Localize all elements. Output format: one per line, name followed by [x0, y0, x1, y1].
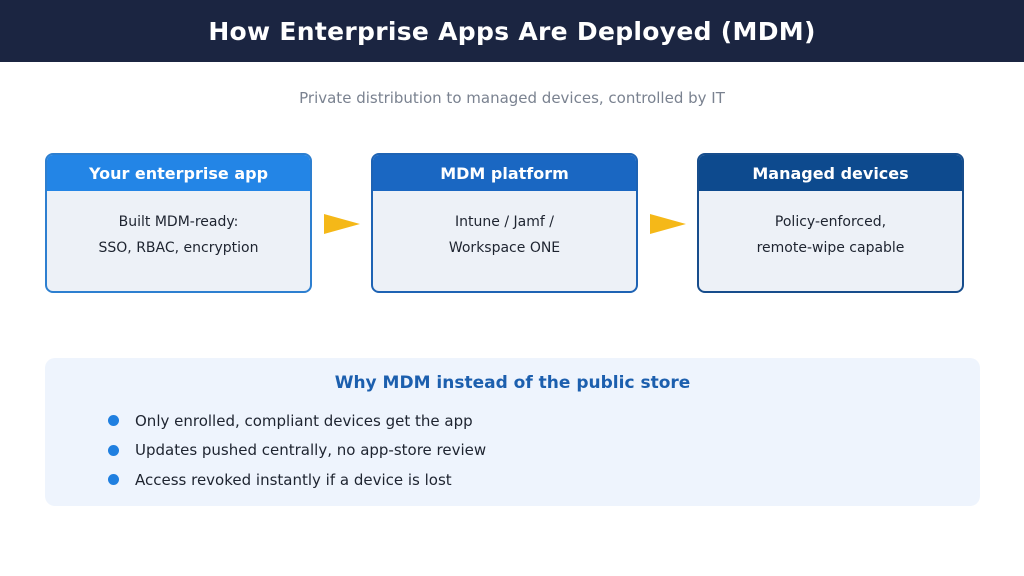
- bullet-dot-icon: [108, 444, 119, 456]
- page-title: How Enterprise Apps Are Deployed (MDM): [208, 16, 816, 46]
- page-subtitle: Private distribution to managed devices,…: [299, 89, 725, 107]
- flow-box-line: remote-wipe capable: [756, 240, 905, 256]
- list-item: Only enrolled, compliant devices get the…: [108, 406, 486, 436]
- flow-box-title: MDM platform: [373, 155, 636, 191]
- header-bar: How Enterprise Apps Are Deployed (MDM): [0, 0, 1024, 62]
- bullet-dot-icon: [108, 474, 119, 486]
- why-mdm-title: Why MDM instead of the public store: [334, 373, 691, 393]
- flow-box-title: Managed devices: [699, 155, 962, 191]
- flow-box-enterprise-app: Your enterprise app Built MDM-ready: SSO…: [45, 153, 312, 293]
- arrow-right-icon: [650, 214, 686, 234]
- flow-box-body: Intune / Jamf / Workspace ONE: [373, 191, 636, 261]
- list-item: Access revoked instantly if a device is …: [108, 465, 486, 495]
- flow-box-title: Your enterprise app: [47, 155, 310, 191]
- list-item-text: Access revoked instantly if a device is …: [135, 470, 452, 489]
- list-item: Updates pushed centrally, no app-store r…: [108, 436, 486, 466]
- flow-box-line: Policy-enforced,: [774, 214, 887, 230]
- flow-box-line: Built MDM-ready:: [118, 214, 239, 230]
- flow-box-body: Policy-enforced, remote-wipe capable: [699, 191, 962, 261]
- why-mdm-list: Only enrolled, compliant devices get the…: [108, 406, 486, 495]
- arrow-right-icon: [324, 214, 360, 234]
- flow-box-mdm-platform: MDM platform Intune / Jamf / Workspace O…: [371, 153, 638, 293]
- list-item-text: Only enrolled, compliant devices get the…: [135, 411, 473, 430]
- flow-box-line: Intune / Jamf /: [455, 214, 554, 230]
- bullet-dot-icon: [108, 415, 119, 427]
- list-item-text: Updates pushed centrally, no app-store r…: [135, 441, 487, 460]
- why-mdm-panel: Why MDM instead of the public store Only…: [45, 358, 980, 506]
- flow-box-managed-devices: Managed devices Policy-enforced, remote-…: [697, 153, 964, 293]
- flow-box-body: Built MDM-ready: SSO, RBAC, encryption: [47, 191, 310, 261]
- flow-box-line: SSO, RBAC, encryption: [98, 240, 259, 256]
- flow-box-line: Workspace ONE: [448, 240, 561, 256]
